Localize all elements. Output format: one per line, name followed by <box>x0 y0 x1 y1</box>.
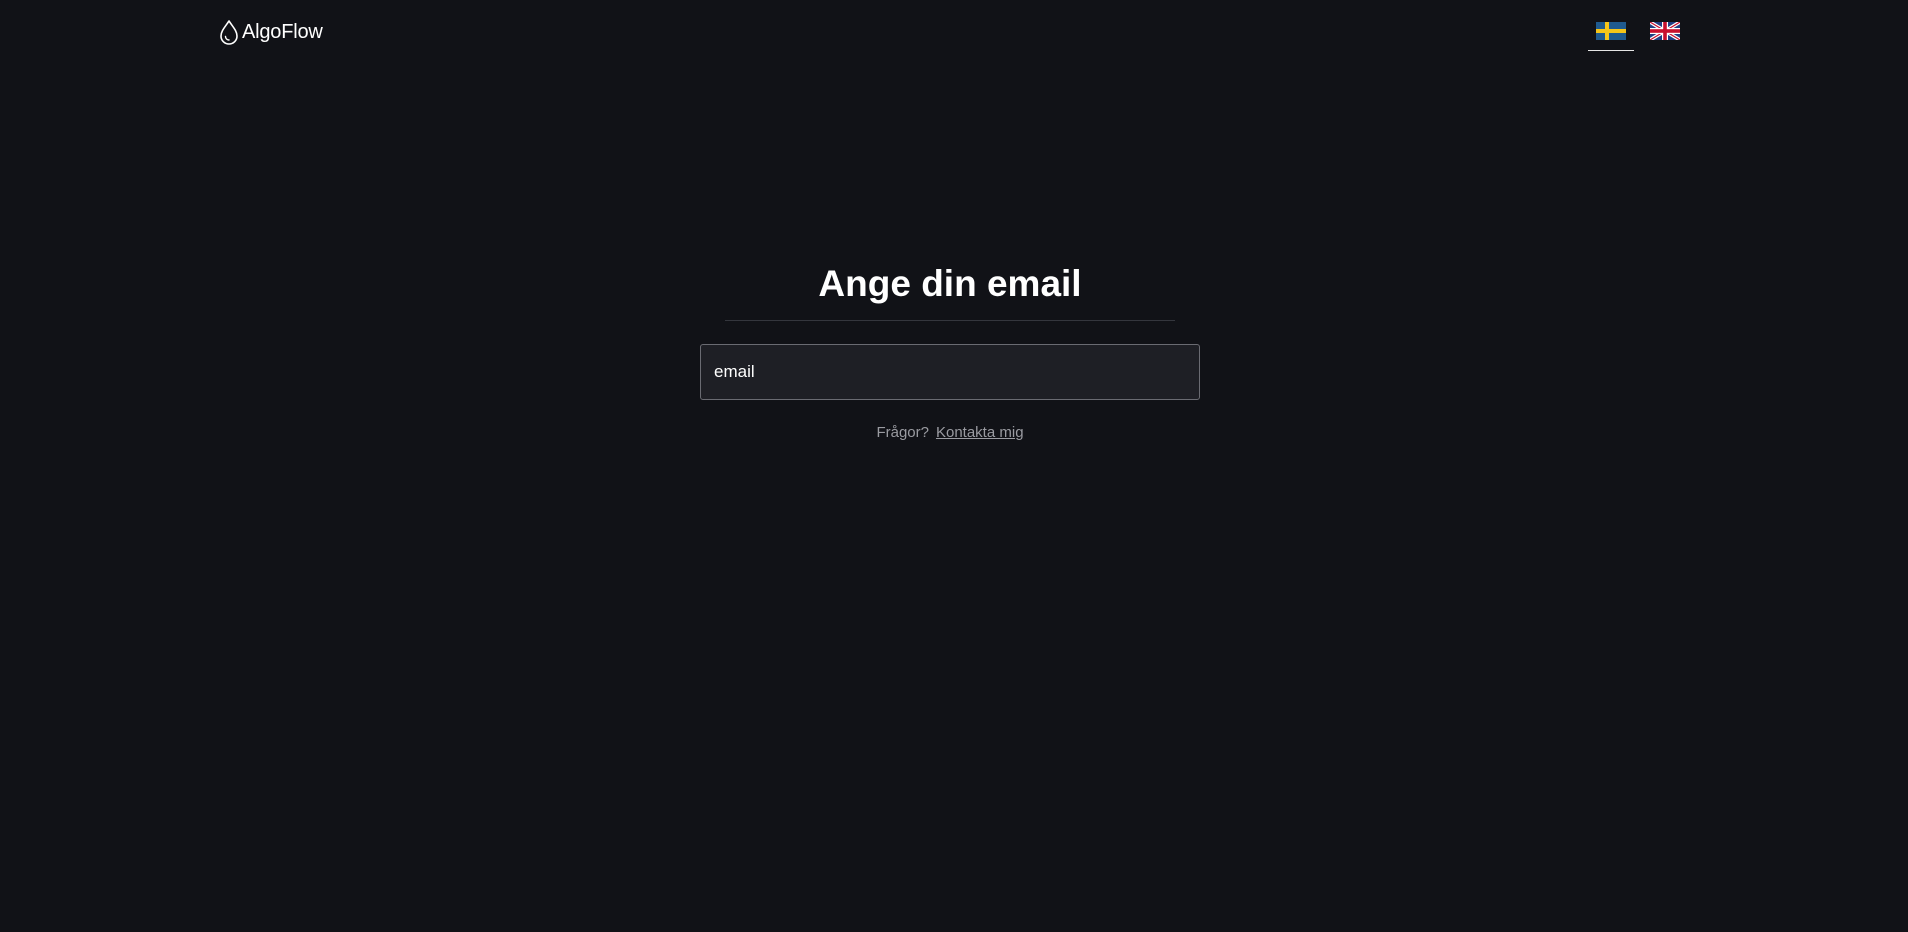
email-field[interactable] <box>700 344 1200 400</box>
help-line: Frågor? Kontakta mig <box>700 424 1200 441</box>
login-panel: Ange din email Frågor? Kontakta mig <box>0 0 1908 932</box>
help-text: Frågor? <box>876 424 929 441</box>
title-divider <box>725 320 1175 321</box>
contact-link[interactable]: Kontakta mig <box>936 424 1024 441</box>
page-title: Ange din email <box>818 263 1082 304</box>
